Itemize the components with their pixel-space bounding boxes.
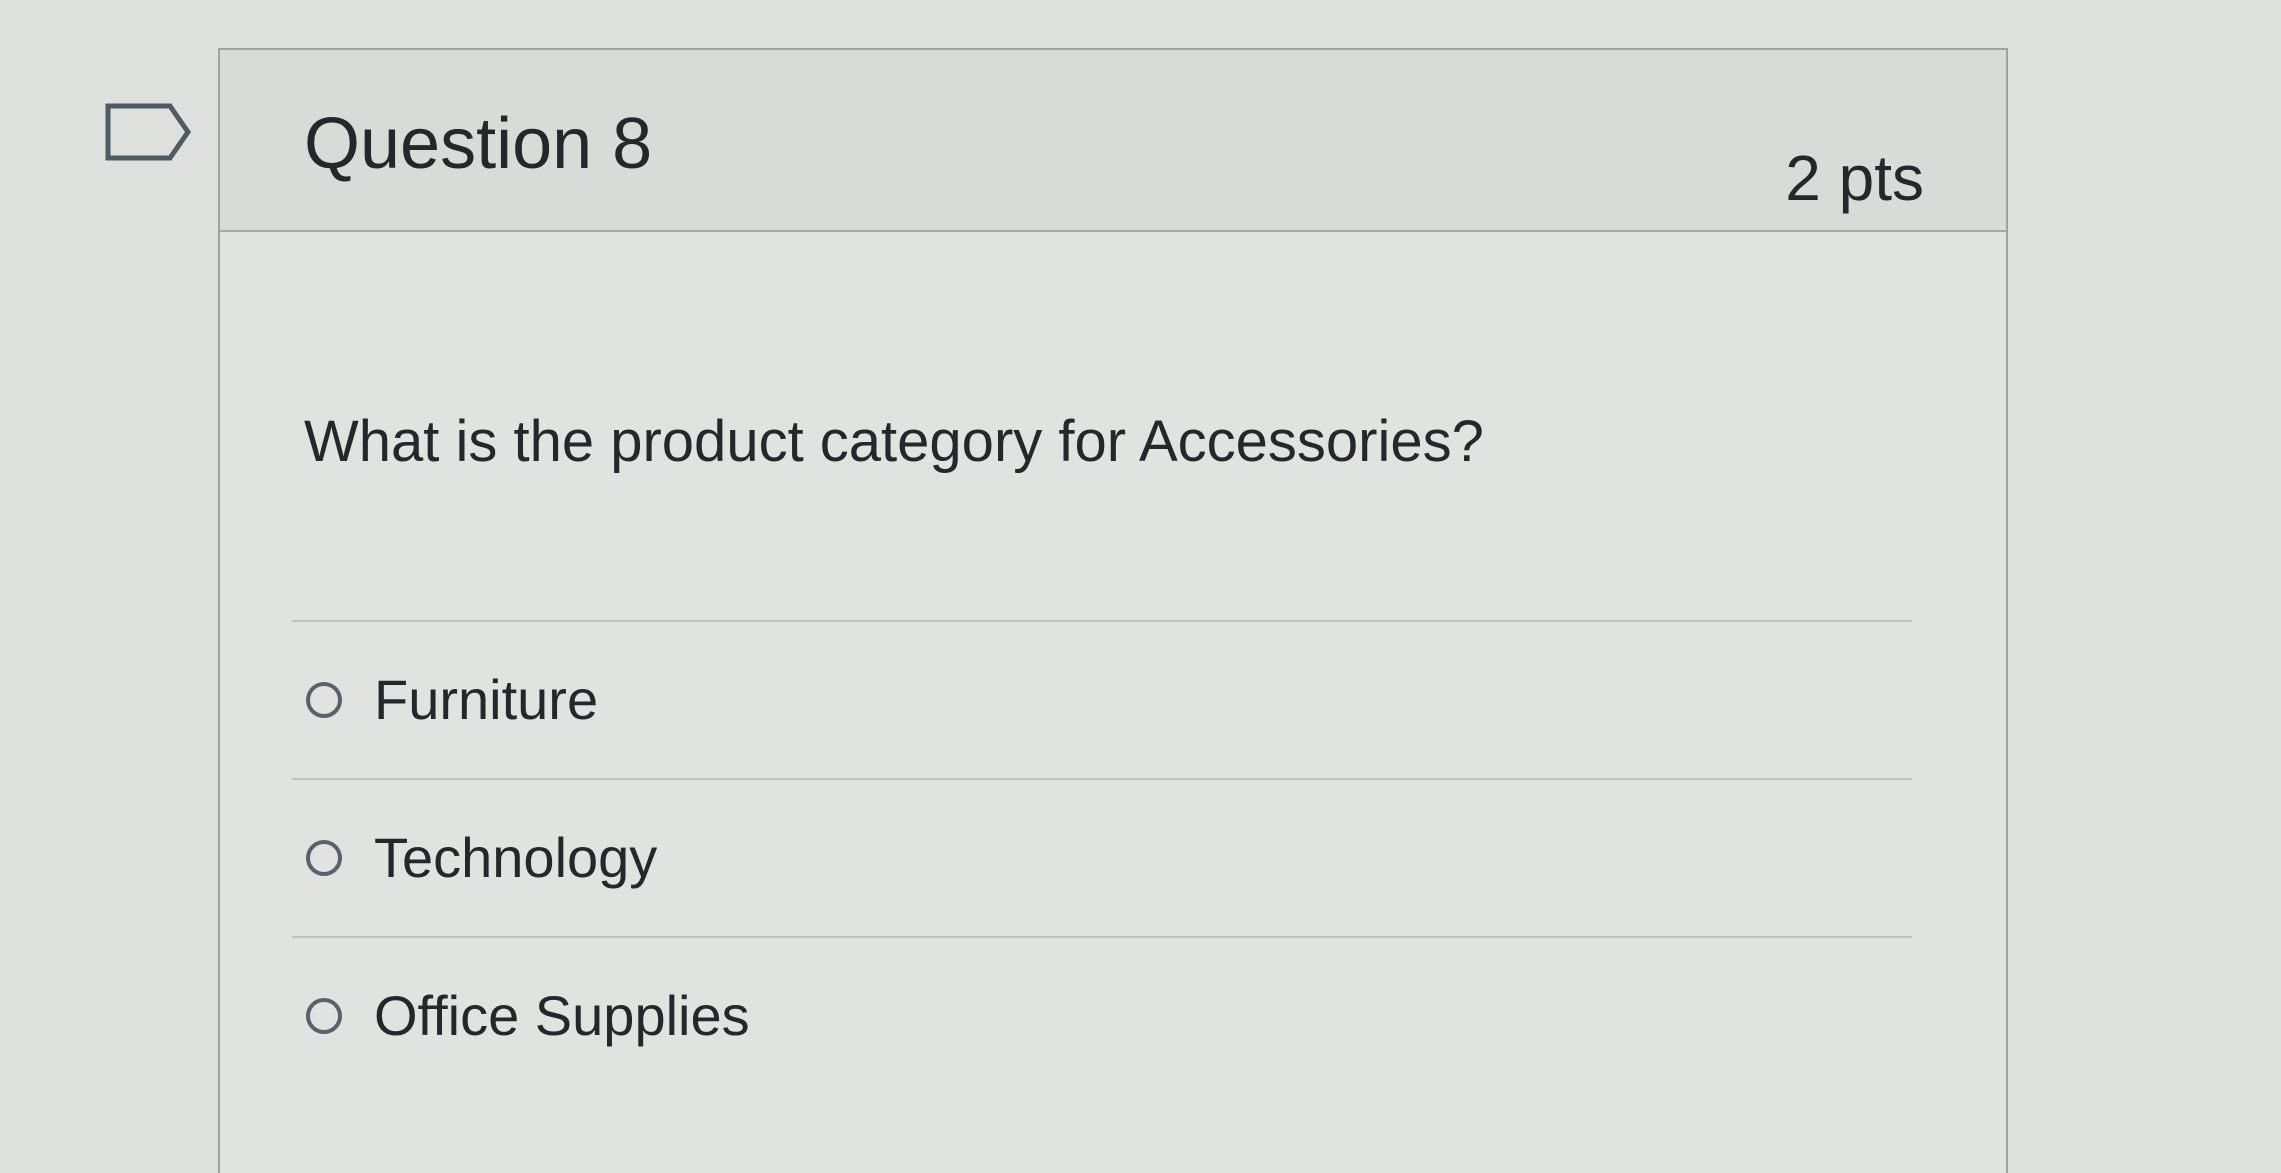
question-points: 2 pts [1785, 142, 1924, 214]
answer-options: Furniture Technology Office Supplies [292, 620, 1912, 1094]
flag-question-icon[interactable] [104, 102, 194, 162]
question-header: Question 8 2 pts [220, 50, 2006, 232]
answer-label: Office Supplies [374, 984, 750, 1047]
answer-label: Furniture [374, 668, 599, 731]
radio-circle-icon[interactable] [306, 682, 342, 718]
radio-circle-icon[interactable] [306, 998, 342, 1034]
answer-option-technology[interactable]: Technology [292, 778, 1912, 936]
answer-option-furniture[interactable]: Furniture [292, 620, 1912, 778]
question-title: Question 8 [304, 104, 653, 184]
answer-option-office-supplies[interactable]: Office Supplies [292, 936, 1912, 1094]
answer-label: Technology [374, 826, 658, 889]
question-card: Question 8 2 pts What is the product cat… [218, 48, 2008, 1173]
radio-circle-icon[interactable] [306, 840, 342, 876]
question-text: What is the product category for Accesso… [304, 409, 1484, 474]
